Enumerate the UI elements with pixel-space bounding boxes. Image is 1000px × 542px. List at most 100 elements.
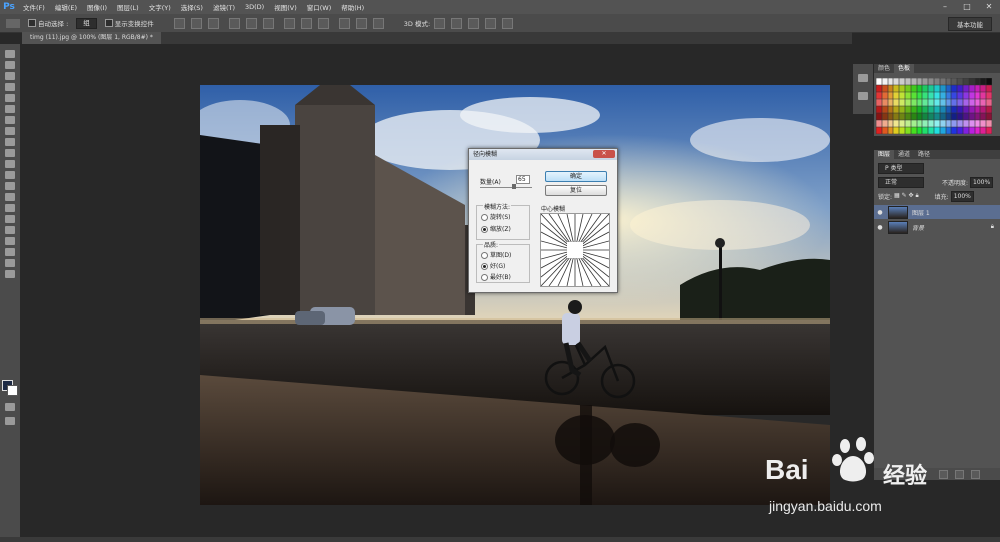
color-swatch[interactable] [986, 85, 992, 92]
align-center-icon[interactable] [245, 17, 257, 29]
auto-select-dropdown[interactable]: 组 [76, 17, 97, 29]
best-radio[interactable] [481, 274, 488, 281]
brush-tool-icon[interactable] [5, 127, 15, 135]
swatch-grid[interactable] [876, 78, 994, 134]
align-left-icon[interactable] [228, 17, 240, 29]
color-swatch[interactable] [986, 120, 992, 127]
ok-button[interactable]: 确定 [545, 171, 607, 182]
menu-filter[interactable]: 滤镜(T) [208, 2, 240, 12]
marquee-tool-icon[interactable] [5, 61, 15, 69]
align-right-icon[interactable] [262, 17, 274, 29]
layer-kind-filter[interactable]: P 类型 [878, 162, 924, 174]
3d-scale-icon[interactable] [502, 17, 514, 29]
layer-name[interactable]: 图层 1 [912, 208, 930, 217]
method-spin-option[interactable]: 旋转(S) [481, 212, 511, 221]
color-swatch[interactable] [986, 127, 992, 134]
color-swatch[interactable] [986, 92, 992, 99]
tab-layers[interactable]: 图层 [874, 150, 895, 159]
distribute-right-icon[interactable] [372, 17, 384, 29]
history-panel-icon[interactable] [858, 74, 868, 82]
draft-radio[interactable] [481, 252, 488, 259]
menu-view[interactable]: 视图(V) [269, 2, 302, 12]
crop-tool-icon[interactable] [5, 94, 15, 102]
dialog-close-icon[interactable]: ✕ [593, 150, 615, 158]
visibility-eye-icon[interactable]: ● [876, 224, 884, 231]
menu-image[interactable]: 图像(I) [82, 2, 112, 12]
stamp-tool-icon[interactable] [5, 138, 15, 146]
menu-layer[interactable]: 图层(L) [112, 2, 144, 12]
zoom-radio[interactable] [481, 226, 488, 233]
pen-tool-icon[interactable] [5, 204, 15, 212]
blur-center-preview[interactable] [540, 213, 610, 287]
distribute-top-icon[interactable] [283, 17, 295, 29]
3d-slide-icon[interactable] [485, 17, 497, 29]
quality-best-option[interactable]: 最好(B) [481, 272, 511, 281]
delete-layer-icon[interactable] [971, 470, 980, 479]
amount-input[interactable]: 65 [516, 175, 530, 184]
menu-window[interactable]: 窗口(W) [302, 2, 337, 12]
good-radio[interactable] [481, 263, 488, 270]
quality-good-option[interactable]: 好(G) [481, 261, 505, 270]
color-swatch[interactable] [986, 106, 992, 113]
distribute-bottom-icon[interactable] [317, 17, 329, 29]
fill-input[interactable]: 100% [950, 190, 974, 202]
blend-mode-dropdown[interactable]: 正常 [878, 176, 924, 188]
distribute-left-icon[interactable] [338, 17, 350, 29]
document-tab[interactable]: timg (11).jpg @ 100% (图层 1, RGB/8#) * [22, 32, 161, 44]
opacity-input[interactable]: 100% [970, 176, 994, 188]
auto-select-toggle[interactable]: 自动选择 : [28, 18, 68, 28]
distribute-middle-icon[interactable] [300, 17, 312, 29]
amount-slider-handle[interactable] [512, 184, 516, 189]
menu-select[interactable]: 选择(S) [176, 2, 208, 12]
method-zoom-option[interactable]: 缩放(Z) [481, 224, 511, 233]
eyedropper-tool-icon[interactable] [5, 105, 15, 113]
color-swatch[interactable] [986, 113, 992, 120]
3d-roll-icon[interactable] [451, 17, 463, 29]
reset-button[interactable]: 复位 [545, 185, 607, 196]
path-select-tool-icon[interactable] [5, 226, 15, 234]
dodge-tool-icon[interactable] [5, 193, 15, 201]
layer-row-layer1[interactable]: ● 图层 1 [874, 205, 1000, 219]
zoom-tool-icon[interactable] [5, 259, 15, 267]
amount-slider-track[interactable] [480, 187, 532, 188]
visibility-eye-icon[interactable]: ● [876, 209, 884, 216]
3d-rotate-icon[interactable] [434, 17, 446, 29]
tab-color[interactable]: 颜色 [874, 64, 894, 73]
close-icon[interactable]: ✕ [978, 0, 1000, 14]
menu-type[interactable]: 文字(Y) [144, 2, 176, 12]
spin-radio[interactable] [481, 214, 488, 221]
quick-select-tool-icon[interactable] [5, 83, 15, 91]
gradient-tool-icon[interactable] [5, 171, 15, 179]
menu-edit[interactable]: 编辑(E) [50, 2, 82, 12]
history-brush-tool-icon[interactable] [5, 149, 15, 157]
menu-file[interactable]: 文件(F) [18, 2, 50, 12]
color-swatch[interactable] [986, 78, 992, 85]
menu-help[interactable]: 帮助(H) [336, 2, 369, 12]
align-middle-icon[interactable] [190, 17, 202, 29]
tab-swatches[interactable]: 色板 [894, 64, 915, 73]
screen-mode-icon[interactable] [5, 417, 15, 425]
hand-tool-icon[interactable] [5, 248, 15, 256]
3d-pan-icon[interactable] [468, 17, 480, 29]
minimize-icon[interactable]: – [934, 0, 956, 14]
auto-select-checkbox[interactable] [28, 19, 36, 27]
move-tool-icon[interactable] [6, 18, 20, 28]
background-color-swatch[interactable] [7, 385, 18, 396]
maximize-icon[interactable]: □ [956, 0, 978, 14]
show-transform-checkbox[interactable] [104, 19, 113, 27]
align-top-icon[interactable] [173, 17, 185, 29]
layer-name[interactable]: 背景 [912, 223, 924, 232]
menu-3d[interactable]: 3D(D) [240, 3, 269, 11]
quick-mask-icon[interactable] [5, 403, 15, 411]
more-tools-icon[interactable] [5, 270, 15, 278]
new-layer-icon[interactable] [955, 470, 964, 479]
layer-row-background[interactable]: ● 背景 🔒︎ [874, 220, 1000, 234]
lasso-tool-icon[interactable] [5, 72, 15, 80]
eraser-tool-icon[interactable] [5, 160, 15, 168]
blur-tool-icon[interactable] [5, 182, 15, 190]
show-transform-toggle[interactable]: 显示变换控件 [104, 18, 154, 28]
properties-panel-icon[interactable] [858, 92, 868, 100]
color-swatch[interactable] [986, 99, 992, 106]
workspace-switcher[interactable]: 基本功能 [948, 17, 992, 31]
type-tool-icon[interactable] [5, 215, 15, 223]
